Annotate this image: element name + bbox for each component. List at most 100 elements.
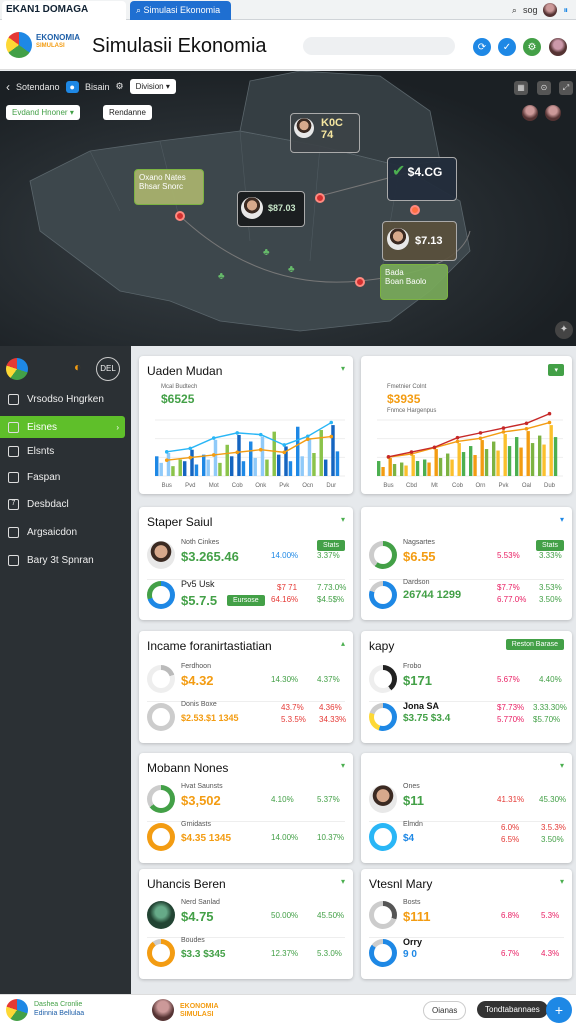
list-item[interactable]: Jona SA $3.75 $3.4 $7.73% 3.33.30% 5.770…: [369, 699, 567, 739]
chart-bar: [461, 452, 466, 476]
chevron-up-icon[interactable]: ▴: [341, 639, 345, 648]
list-item[interactable]: Bosts $111 6.8% 5.3%: [369, 897, 564, 937]
options-button[interactable]: Oianas: [423, 1001, 467, 1020]
avatar[interactable]: [543, 3, 558, 17]
dashboard-button[interactable]: Tondtabannaes: [477, 1001, 548, 1018]
list-item[interactable]: Hvat Saunsts $3,502 4.10% 5.37%: [147, 781, 345, 821]
map-pin[interactable]: [175, 211, 185, 221]
list-item[interactable]: Donis Boxe $2.53.$1 1345 43.7% 4.36% 5.3…: [147, 699, 346, 739]
division-dropdown[interactable]: Division ▾: [129, 79, 176, 94]
app-logo-icon: [6, 358, 28, 380]
avatar[interactable]: [549, 38, 567, 56]
back-label[interactable]: Sotendano: [16, 82, 60, 92]
sidebar-item-business[interactable]: Eisnes ›: [0, 416, 125, 438]
row-change: 43.7%: [281, 703, 304, 712]
chart-point: [188, 446, 193, 451]
add-button[interactable]: +: [546, 997, 572, 1023]
map-card[interactable]: $87.03: [237, 191, 305, 227]
map-pin[interactable]: [315, 193, 325, 203]
chart-bar: [218, 462, 222, 476]
list-item[interactable]: Frobo $171 5.67% 4.40%: [369, 661, 564, 701]
list-item[interactable]: Noth Cinkes $3.265.46 14.00% 3.37%: [147, 537, 345, 577]
list-item[interactable]: Ferdhoon $4.32 14.30% 4.37%: [147, 661, 345, 701]
list-item[interactable]: Pv5 Usk $5.7.5 Eursose $7 71 7.73.0% 64.…: [147, 577, 347, 617]
chevron-down-icon[interactable]: ▾: [341, 364, 345, 373]
map-card[interactable]: K0C 74: [290, 113, 360, 153]
menu-icon[interactable]: ⏸: [563, 5, 568, 16]
avatar[interactable]: [522, 105, 538, 121]
search-icon[interactable]: ⌕: [512, 5, 517, 16]
list-item[interactable]: Ones $11 41.31% 45.30%: [369, 781, 566, 821]
tick-label: Dub: [544, 483, 556, 489]
map-card[interactable]: ✔ $4.CG: [387, 157, 457, 201]
filter-dropdown[interactable]: Evdand Hnoner ▾: [6, 105, 80, 120]
row-button[interactable]: Eursose: [227, 595, 265, 606]
panel-title: Mobann Nones: [147, 761, 229, 775]
map-view[interactable]: ‹ Sotendano ● Bisain ⚙ Division ▾ Evdand…: [0, 71, 576, 346]
map-pin[interactable]: [410, 205, 420, 215]
tick-label: Pvk: [498, 483, 509, 489]
bottom-center-text: EKONOMIA SIMULASI: [180, 1003, 219, 1018]
map-pin[interactable]: [355, 277, 365, 287]
lock-icon[interactable]: ⊙: [537, 81, 551, 95]
settings-icon[interactable]: ⚙: [116, 81, 124, 92]
region-selector[interactable]: Bisain: [85, 82, 110, 92]
avatar[interactable]: [152, 999, 174, 1021]
sidebar-item-dashboard[interactable]: 7 Desbdacl: [0, 493, 131, 515]
tick-label: Cbd: [406, 483, 417, 489]
row-change: 14.00%: [271, 551, 299, 560]
check-icon: ✔: [392, 163, 406, 180]
list-item[interactable]: Elmdn $4 6.0% 3.5.3% 6.5% 3.50%: [369, 819, 566, 859]
browser-tab-1[interactable]: EKAN1 DOMAGA: [2, 1, 126, 20]
compass-icon[interactable]: ✦: [555, 321, 573, 339]
tick-label: Ocn: [302, 483, 313, 489]
settings-icon[interactable]: ⚙: [523, 38, 541, 56]
chevron-down-icon[interactable]: ▾: [560, 515, 564, 524]
chevron-down-icon[interactable]: ▾: [560, 877, 564, 886]
chevron-down-icon[interactable]: ▾: [560, 761, 564, 770]
search-input[interactable]: [303, 37, 455, 55]
del-badge[interactable]: DEL: [96, 357, 120, 381]
back-icon[interactable]: ‹: [6, 80, 10, 94]
list-item[interactable]: Grnidasts $4.35 1345 14.00% 10.37%: [147, 819, 345, 859]
avatar: [147, 901, 175, 929]
chevron-down-icon[interactable]: ▾: [341, 877, 345, 886]
sidebar: ◐ DEL Vrsodso Hngrken Eisnes › Elsnts Fas…: [0, 346, 131, 994]
leaf-icon: [8, 526, 19, 538]
refresh-icon[interactable]: ⟳: [473, 38, 491, 56]
chart-bar: [530, 443, 535, 476]
browser-tab-2[interactable]: ⌕ Simulasi Ekonomia: [130, 1, 231, 20]
list-item[interactable]: Nerd Sanlad $4.75 50.00% 45.50%: [147, 897, 345, 937]
chevron-down-icon[interactable]: ▾: [341, 761, 345, 770]
sidebar-item-clients[interactable]: Elsnts: [0, 440, 131, 462]
map-card[interactable]: $7.13: [382, 221, 457, 261]
sidebar-item-finance[interactable]: Faspan: [0, 466, 131, 488]
sidebar-item-overview[interactable]: Vrsodso Hngrken: [0, 388, 131, 410]
sidebar-item-agriculture[interactable]: Argsaicdon: [0, 521, 131, 543]
expand-icon[interactable]: ⤢: [559, 81, 573, 95]
chart-bar: [377, 461, 381, 476]
map-card[interactable]: Bada Boan Baolo: [380, 264, 448, 300]
map-card[interactable]: Oxano Nates Bhsar Snorc: [134, 169, 204, 205]
share-icon[interactable]: ✓: [498, 38, 516, 56]
camera-icon[interactable]: ●: [65, 80, 79, 93]
row-change: 3.50%: [541, 835, 564, 844]
sidebar-item-report[interactable]: Bary 3t Spnran: [0, 549, 131, 571]
list-item[interactable]: Nagsartes $6.55 5.53% 3.33%: [369, 537, 564, 577]
chart-sublabel: Mcal Budtech: [161, 384, 198, 390]
avatar[interactable]: [545, 105, 561, 121]
layers-icon[interactable]: ▦: [514, 81, 528, 95]
tick-label: Oal: [522, 483, 531, 489]
render-button[interactable]: Rendanne: [103, 105, 152, 120]
chart-point: [501, 426, 506, 430]
list-item[interactable]: Boudes $3.3 $345 12.37% 5.3.0%: [147, 935, 345, 975]
chevron-down-icon[interactable]: ▾: [341, 515, 345, 524]
panel-stats-button[interactable]: ▾: [548, 364, 564, 376]
restore-button[interactable]: Reston Barase: [505, 639, 564, 650]
list-item[interactable]: Orry 9 0 6.7% 4.3%: [369, 935, 564, 975]
map-card-value: Boan Baolo: [385, 277, 427, 286]
row-change: 7.73.0%: [317, 583, 347, 592]
list-item[interactable]: Dardson 26744 1299 $7.7% 3.53% 6.77.0% 3…: [369, 577, 564, 617]
sun-icon[interactable]: ◐: [74, 360, 81, 374]
chart-bar: [312, 453, 316, 476]
